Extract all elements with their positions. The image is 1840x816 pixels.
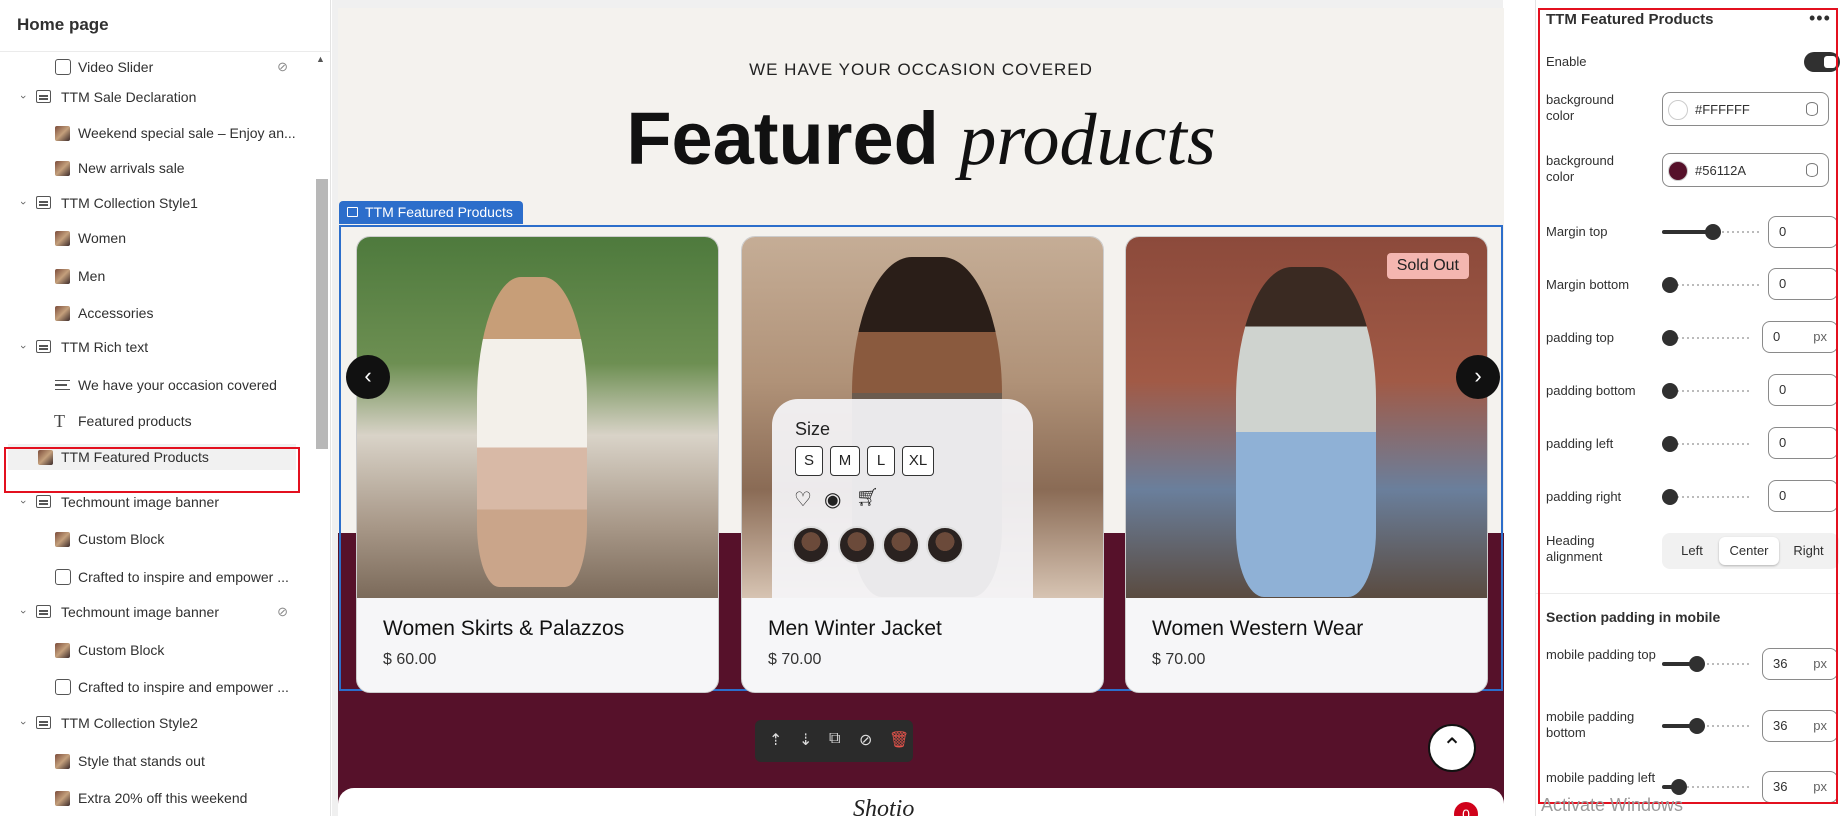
product-name[interactable]: Women Skirts & Palazzos <box>383 617 624 641</box>
product-image[interactable]: Sold Out <box>1126 237 1487 598</box>
size-option-l[interactable]: L <box>867 446 895 476</box>
image-thumbnail <box>55 532 70 547</box>
product-price: $ 70.00 <box>1152 651 1206 668</box>
product-price: $ 60.00 <box>383 651 437 668</box>
size-option-s[interactable]: S <box>795 446 823 476</box>
store-logo[interactable]: Shotio <box>853 796 914 816</box>
color-swatch[interactable] <box>792 526 830 564</box>
product-name[interactable]: Men Winter Jacket <box>768 617 942 641</box>
heart-icon[interactable]: ♡ <box>794 487 812 512</box>
color-swatch[interactable] <box>838 526 876 564</box>
image-icon <box>55 679 71 695</box>
tree-item-crafted-1[interactable]: Crafted to inspire and empower ... <box>0 564 300 590</box>
section-kicker: WE HAVE YOUR OCCASION COVERED <box>749 60 1093 79</box>
eye-icon[interactable]: ◉ <box>824 487 841 512</box>
tree-item-accessories[interactable]: Accessories <box>0 300 300 326</box>
activate-windows-watermark: Activate Windows <box>1541 795 1684 815</box>
tree-item-collection-style2[interactable]: › TTM Collection Style2 <box>0 710 300 736</box>
image-thumbnail <box>55 231 70 246</box>
eye-hidden-icon[interactable]: ⊘ <box>277 599 288 625</box>
image-thumbnail <box>55 754 70 769</box>
theme-editor: Home page Video Slider ⊘ › TTM Sale Declar… <box>0 0 1840 816</box>
carousel-prev-button[interactable]: ‹ <box>346 355 390 399</box>
image-thumbnail <box>55 126 70 141</box>
delete-icon[interactable]: 🗑︎ <box>889 730 909 750</box>
chevron-icon[interactable]: › <box>10 197 36 209</box>
block-toolbar: ⇡ ⇣ ⧉ ⊘ 🗑︎ <box>755 720 913 762</box>
chevron-icon[interactable]: › <box>10 606 36 618</box>
text-lines-icon <box>55 380 70 390</box>
size-option-xl[interactable]: XL <box>902 446 934 476</box>
chevron-icon[interactable]: › <box>10 91 36 103</box>
cart-icon[interactable]: 🛒︎ <box>856 487 879 508</box>
image-thumbnail <box>55 306 70 321</box>
tree-item-men[interactable]: Men <box>0 263 300 289</box>
image-icon <box>55 569 71 585</box>
tree-item-new-arrivals[interactable]: New arrivals sale <box>0 155 300 181</box>
section-icon <box>36 196 51 209</box>
richtext-icon <box>36 340 51 353</box>
tree-item-extra-20-off[interactable]: Extra 20% off this weekend <box>0 785 300 811</box>
hide-icon[interactable]: ⊘ <box>859 730 872 750</box>
tree-item-custom-block-1[interactable]: Custom Block <box>0 526 300 552</box>
product-image[interactable] <box>357 237 718 598</box>
section-icon <box>347 207 358 217</box>
image-thumbnail <box>55 643 70 658</box>
tree-item-collection-style1[interactable]: › TTM Collection Style1 <box>0 190 300 216</box>
section-heading: Featured products <box>626 97 1216 181</box>
settings-highlight <box>1538 8 1838 804</box>
image-thumbnail <box>55 161 70 176</box>
chevron-icon[interactable]: › <box>10 341 36 353</box>
product-name[interactable]: Women Western Wear <box>1152 617 1363 641</box>
sold-out-badge: Sold Out <box>1386 253 1469 279</box>
color-swatch[interactable] <box>882 526 920 564</box>
product-image[interactable]: Size S M L XL ♡ ◉ 🛒︎ <box>742 237 1103 599</box>
size-option-m[interactable]: M <box>830 446 860 476</box>
move-down-icon[interactable]: ⇣ <box>799 730 812 750</box>
tree-item-weekend-sale[interactable]: Weekend special sale – Enjoy an... <box>0 120 300 146</box>
tree-item-occasion-text[interactable]: We have your occasion covered <box>0 372 300 398</box>
section-label-tag[interactable]: TTM Featured Products <box>339 201 523 224</box>
store-header-preview: Shotio <box>338 788 1504 816</box>
tree-item-style-stands-out[interactable]: Style that stands out <box>0 748 300 774</box>
size-title: Size <box>795 419 831 439</box>
image-thumbnail <box>55 269 70 284</box>
section-icon <box>36 716 51 729</box>
color-swatch[interactable] <box>926 526 964 564</box>
carousel-next-button[interactable]: › <box>1456 355 1500 399</box>
frame-icon <box>55 59 71 75</box>
product-card[interactable]: Sold Out Women Western Wear $ 70.00 <box>1125 236 1488 693</box>
tree-item-rich-text[interactable]: › TTM Rich text <box>0 334 300 360</box>
sidebar-scrollbar[interactable]: ▲ <box>316 52 328 816</box>
tree-item-women[interactable]: Women <box>0 225 300 251</box>
product-price: $ 70.00 <box>768 651 822 668</box>
chevron-icon[interactable]: › <box>10 496 36 508</box>
size-picker-overlay: Size S M L XL ♡ ◉ 🛒︎ <box>772 399 1033 599</box>
product-card[interactable]: Women Skirts & Palazzos $ 60.00 <box>356 236 719 693</box>
text-heading-icon: T <box>54 411 65 431</box>
tree-item-ttm-sale-declaration[interactable]: › TTM Sale Declaration <box>0 84 300 110</box>
scroll-up-icon[interactable]: ▲ <box>316 54 325 64</box>
product-card[interactable]: Size S M L XL ♡ ◉ 🛒︎ Men Winter Jacket $… <box>741 236 1104 693</box>
image-thumbnail <box>55 791 70 806</box>
section-tree-sidebar: Home page Video Slider ⊘ › TTM Sale Declar… <box>0 0 331 816</box>
tree-item-image-banner-2[interactable]: › Techmount image banner ⊘ <box>0 599 300 625</box>
tree-item-featured-heading[interactable]: T Featured products <box>0 408 300 434</box>
image-icon <box>36 605 51 618</box>
section-icon <box>36 90 51 103</box>
image-icon <box>36 495 51 508</box>
preview-pane: WE HAVE YOUR OCCASION COVERED Featured p… <box>332 0 1504 816</box>
chevron-icon[interactable]: › <box>10 717 36 729</box>
scrollbar-thumb[interactable] <box>316 179 328 449</box>
eye-hidden-icon[interactable]: ⊘ <box>277 54 288 80</box>
duplicate-icon[interactable]: ⧉ <box>829 730 840 748</box>
back-to-top-button[interactable]: ⌃ <box>1428 724 1476 772</box>
tree-item-crafted-2[interactable]: Crafted to inspire and empower ... <box>0 674 300 700</box>
tree-item-video-slider[interactable]: Video Slider ⊘ <box>0 54 300 80</box>
store-preview: WE HAVE YOUR OCCASION COVERED Featured p… <box>338 8 1504 816</box>
move-up-icon[interactable]: ⇡ <box>769 730 782 750</box>
selection-highlight <box>4 447 300 493</box>
sidebar-title: Home page <box>0 0 330 52</box>
tree-item-custom-block-2[interactable]: Custom Block <box>0 637 300 663</box>
